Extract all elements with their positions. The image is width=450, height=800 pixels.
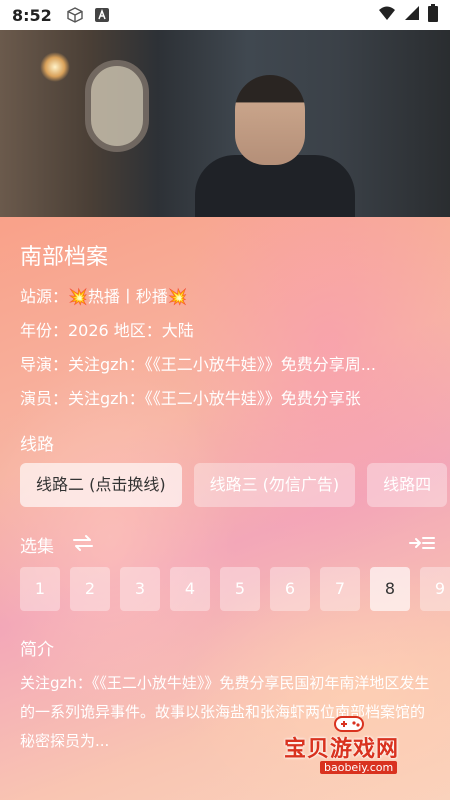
expand-episodes-icon[interactable]: [409, 534, 435, 556]
watermark-title: 宝贝游戏网: [284, 737, 400, 762]
lines-list: 线路二 (点击换线) 线路三 (勿信广告) 线路四: [20, 463, 448, 507]
intro-heading: 简介: [20, 640, 54, 660]
episode-button-5[interactable]: 5: [220, 567, 260, 611]
video-title: 南部档案: [20, 245, 109, 270]
status-bar: 8:52: [0, 0, 450, 30]
watermark-url: baobeiy.com: [320, 761, 398, 774]
line-button-2[interactable]: 线路二 (点击换线): [20, 463, 182, 507]
episode-button-2[interactable]: 2: [70, 567, 110, 611]
status-time: 8:52: [12, 5, 52, 25]
episode-button-1[interactable]: 1: [20, 567, 60, 611]
porthole-window: [85, 60, 149, 152]
episodes-header: 选集: [20, 532, 435, 558]
battery-icon: [428, 4, 438, 26]
line-button-3[interactable]: 线路三 (勿信广告): [193, 463, 356, 507]
cube-icon: [66, 6, 84, 24]
episodes-heading: 选集: [20, 537, 54, 557]
lamp-light: [40, 52, 70, 82]
signal-icon: [404, 5, 420, 25]
source-info: 站源：💥热播丨秒播💥: [20, 287, 188, 306]
episode-button-6[interactable]: 6: [270, 567, 310, 611]
person-figure-head: [235, 75, 305, 165]
swap-order-icon[interactable]: [72, 534, 94, 556]
episode-list: 1 2 3 4 5 6 7 8 9: [20, 567, 450, 611]
wifi-icon: [378, 5, 396, 25]
episode-button-7[interactable]: 7: [320, 567, 360, 611]
episode-button-4[interactable]: 4: [170, 567, 210, 611]
site-watermark: 宝贝游戏网 baobeiy.com: [272, 713, 422, 783]
a-badge-icon: [94, 7, 110, 23]
episode-button-9[interactable]: 9: [420, 567, 450, 611]
episode-button-8[interactable]: 8: [370, 567, 410, 611]
lines-heading: 线路: [20, 435, 54, 455]
episode-button-3[interactable]: 3: [120, 567, 160, 611]
year-region-info: 年份：2026 地区：大陆: [20, 321, 194, 340]
actors-info: 演员：关注gzh：《《王二小放牛娃》》免费分享张: [20, 389, 361, 408]
video-player[interactable]: [0, 30, 450, 217]
director-info: 导演：关注gzh：《《王二小放牛娃》》免费分享周...: [20, 355, 376, 374]
line-button-4[interactable]: 线路四: [367, 463, 448, 507]
